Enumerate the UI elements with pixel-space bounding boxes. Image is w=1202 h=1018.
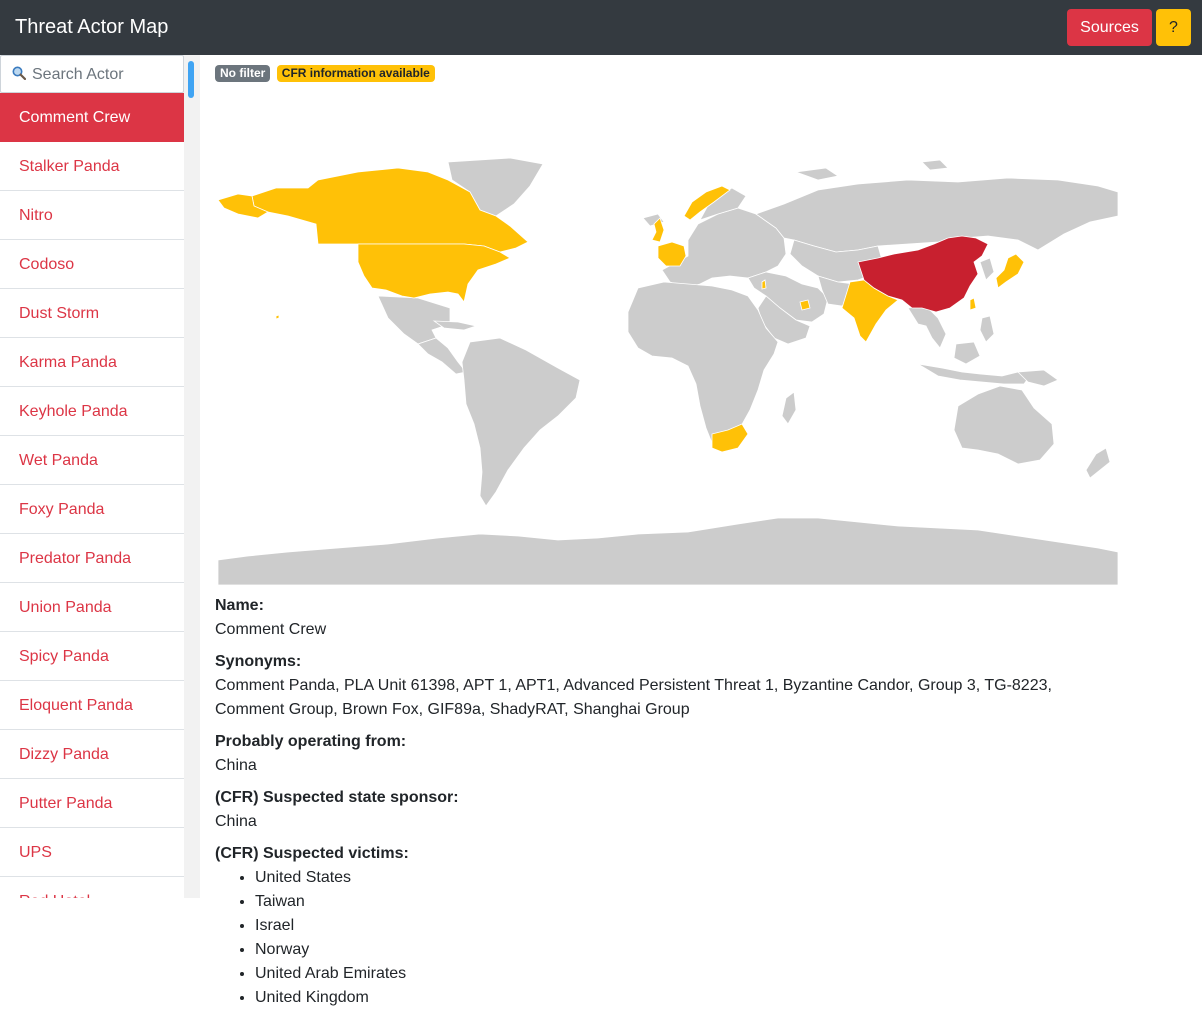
name-label: Name: (215, 597, 264, 614)
country-indochina (907, 305, 947, 349)
country-siberia-isl (921, 159, 949, 171)
sponsor-value: China (215, 813, 257, 830)
victim-uae (799, 299, 811, 311)
actor-item[interactable]: Dust Storm (0, 289, 184, 338)
victims-list: United StatesTaiwanIsraelNorwayUnited Ar… (215, 866, 1115, 1010)
synonyms-value: Comment Panda, PLA Unit 61398, APT 1, AP… (215, 677, 1052, 718)
country-africa (627, 281, 779, 449)
country-central-america (417, 337, 467, 375)
filter-badges: No filter CFR information available (215, 65, 437, 83)
origin-block: Probably operating from: China (215, 730, 1115, 778)
no-filter-badge[interactable]: No filter (215, 65, 271, 82)
actor-item[interactable]: Foxy Panda (0, 485, 184, 534)
help-button[interactable]: ? (1156, 9, 1191, 46)
country-borneo (953, 341, 981, 365)
victim-israel (761, 279, 767, 290)
sponsor-block: (CFR) Suspected state sponsor: China (215, 786, 1115, 834)
actor-item[interactable]: UPS (0, 828, 184, 877)
country-cuba (432, 320, 478, 331)
actor-item[interactable]: Nitro (0, 191, 184, 240)
actor-item[interactable]: Codoso (0, 240, 184, 289)
country-australia (953, 385, 1055, 465)
actor-details: Name: Comment Crew Synonyms: Comment Pan… (215, 594, 1115, 1018)
top-navbar: Threat Actor Map Sources ? (0, 0, 1202, 55)
country-mexico (377, 295, 451, 345)
victim-list-item: Israel (255, 914, 1115, 938)
country-south-america (461, 337, 581, 507)
actor-item[interactable]: Eloquent Panda (0, 681, 184, 730)
country-korea (979, 257, 995, 281)
actor-item[interactable]: Spicy Panda (0, 632, 184, 681)
synonyms-block: Synonyms: Comment Panda, PLA Unit 61398,… (215, 650, 1115, 722)
actor-item[interactable]: Keyhole Panda (0, 387, 184, 436)
victim-hawaii (275, 314, 280, 320)
actor-item[interactable]: Stalker Panda (0, 142, 184, 191)
actor-item[interactable]: Red Hotel (0, 877, 184, 898)
victims-block: (CFR) Suspected victims: United StatesTa… (215, 842, 1115, 1010)
country-antarctica (218, 517, 1118, 585)
victim-japan (995, 253, 1025, 289)
actor-sidebar: Comment CrewStalker PandaNitroCodosoDust… (0, 55, 200, 898)
actor-item[interactable]: Wet Panda (0, 436, 184, 485)
origin-value: China (215, 757, 257, 774)
actor-list: Comment Crew Stalker Panda Nitro Codoso Dust… (0, 93, 184, 898)
victim-list-item: Norway (255, 938, 1115, 962)
search-box[interactable] (0, 55, 184, 93)
country-indonesia (917, 363, 1031, 385)
victim-france (657, 241, 687, 267)
actor-item[interactable]: Dizzy Panda (0, 730, 184, 779)
name-block: Name: Comment Crew (215, 594, 1115, 642)
actor-item[interactable]: Putter Panda (0, 779, 184, 828)
app-title[interactable]: Threat Actor Map (15, 15, 168, 39)
sidebar-scrollbar[interactable] (188, 61, 194, 98)
name-value: Comment Crew (215, 621, 327, 638)
victim-united-states (357, 243, 511, 303)
sources-button[interactable]: Sources (1067, 9, 1152, 46)
actor-item[interactable]: Karma Panda (0, 338, 184, 387)
actor-item[interactable]: Union Panda (0, 583, 184, 632)
country-nz (1085, 447, 1111, 479)
victim-list-item: Taiwan (255, 890, 1115, 914)
actor-item[interactable]: Predator Panda (0, 534, 184, 583)
country-philippines (979, 315, 995, 343)
country-madagascar (781, 391, 797, 425)
country-russia (755, 177, 1118, 253)
world-map[interactable] (218, 158, 1118, 585)
sponsor-label: (CFR) Suspected state sponsor: (215, 789, 459, 806)
victim-list-item: United Arab Emirates (255, 962, 1115, 986)
cfr-available-badge[interactable]: CFR information available (276, 65, 435, 82)
victims-label: (CFR) Suspected victims: (215, 845, 409, 862)
victim-list-item: United Kingdom (255, 986, 1115, 1010)
magnifier-icon (12, 66, 26, 80)
victim-list-item: United States (255, 866, 1115, 890)
victim-taiwan (969, 297, 977, 311)
synonyms-label: Synonyms: (215, 653, 302, 670)
actor-item[interactable]: Comment Crew (0, 93, 184, 142)
origin-label: Probably operating from: (215, 733, 407, 750)
search-actor-input[interactable] (32, 65, 180, 85)
country-arctic-islands (795, 167, 840, 181)
